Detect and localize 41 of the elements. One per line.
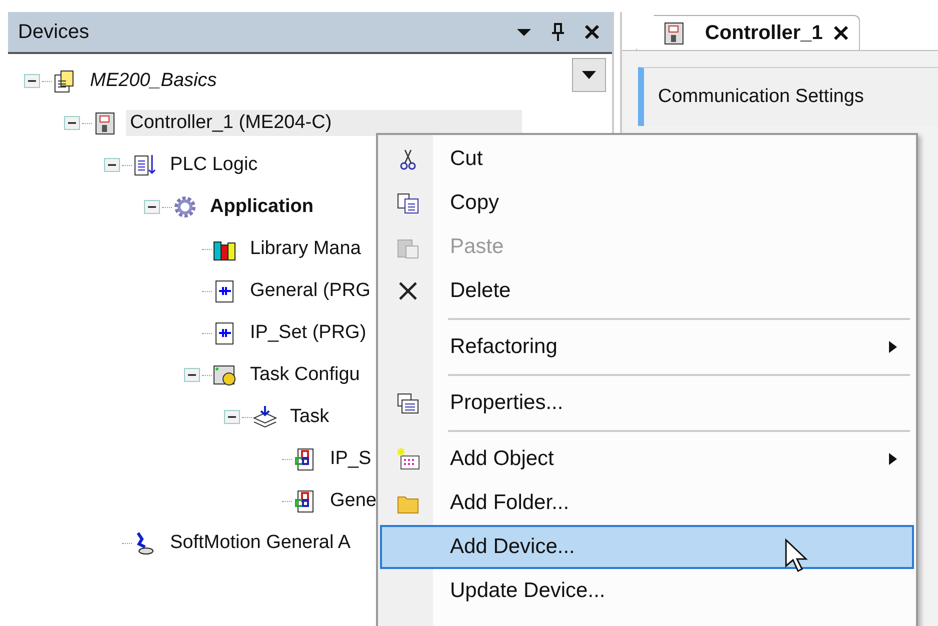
copy-icon [396, 191, 420, 215]
tree-item[interactable]: Library Mana [246, 236, 365, 262]
menu-item[interactable]: Delete [380, 269, 914, 313]
collapse-icon[interactable] [104, 158, 120, 172]
menu-item[interactable]: Refactoring [380, 325, 914, 369]
tree-item[interactable]: PLC Logic [166, 152, 262, 178]
close-icon[interactable] [582, 22, 602, 42]
tree-item[interactable]: Gene [326, 488, 380, 514]
properties-icon [396, 391, 420, 415]
tree-item[interactable]: SoftMotion General A [166, 530, 355, 556]
tree-item[interactable]: Controller_1 (ME204-C) [126, 110, 522, 136]
tree-item[interactable]: General (PRG [246, 278, 374, 304]
menu-item[interactable]: Properties... [380, 381, 914, 425]
menu-item[interactable]: Add Device... [380, 525, 914, 569]
sparkle-grid-icon [396, 447, 420, 471]
close-icon[interactable] [832, 25, 849, 41]
menu-item[interactable]: Cut [380, 137, 914, 181]
tree-item[interactable]: Task [286, 404, 334, 430]
collapse-icon[interactable] [144, 200, 160, 214]
collapse-icon[interactable] [184, 368, 200, 382]
menu-item[interactable]: Add Object [380, 437, 914, 481]
collapse-icon[interactable] [24, 74, 40, 88]
document-icon [132, 152, 158, 178]
tree-item[interactable]: IP_Set (PRG) [246, 320, 370, 346]
menu-item[interactable]: Add Folder... [380, 481, 914, 525]
collapse-icon[interactable] [64, 116, 80, 130]
tree-item[interactable]: ME200_Basics [86, 68, 221, 94]
tree-item[interactable]: IP_S [326, 446, 376, 472]
collapse-icon[interactable] [224, 410, 240, 424]
menu-item[interactable]: Update Device... [380, 569, 914, 613]
gear-icon [172, 194, 198, 220]
stack-icon [252, 404, 278, 430]
caret-icon [581, 70, 597, 80]
mouse-pointer-icon [784, 538, 808, 574]
dropdown-button[interactable] [572, 58, 606, 92]
menu-item[interactable]: Copy [380, 181, 914, 225]
tree-item[interactable]: Task Configu [246, 362, 364, 388]
panel-title: Devices [18, 20, 90, 44]
editor-tab[interactable]: Controller_1 [636, 15, 860, 50]
tree-item[interactable]: Application [206, 194, 318, 220]
section-header[interactable]: Communication Settings [638, 67, 938, 126]
